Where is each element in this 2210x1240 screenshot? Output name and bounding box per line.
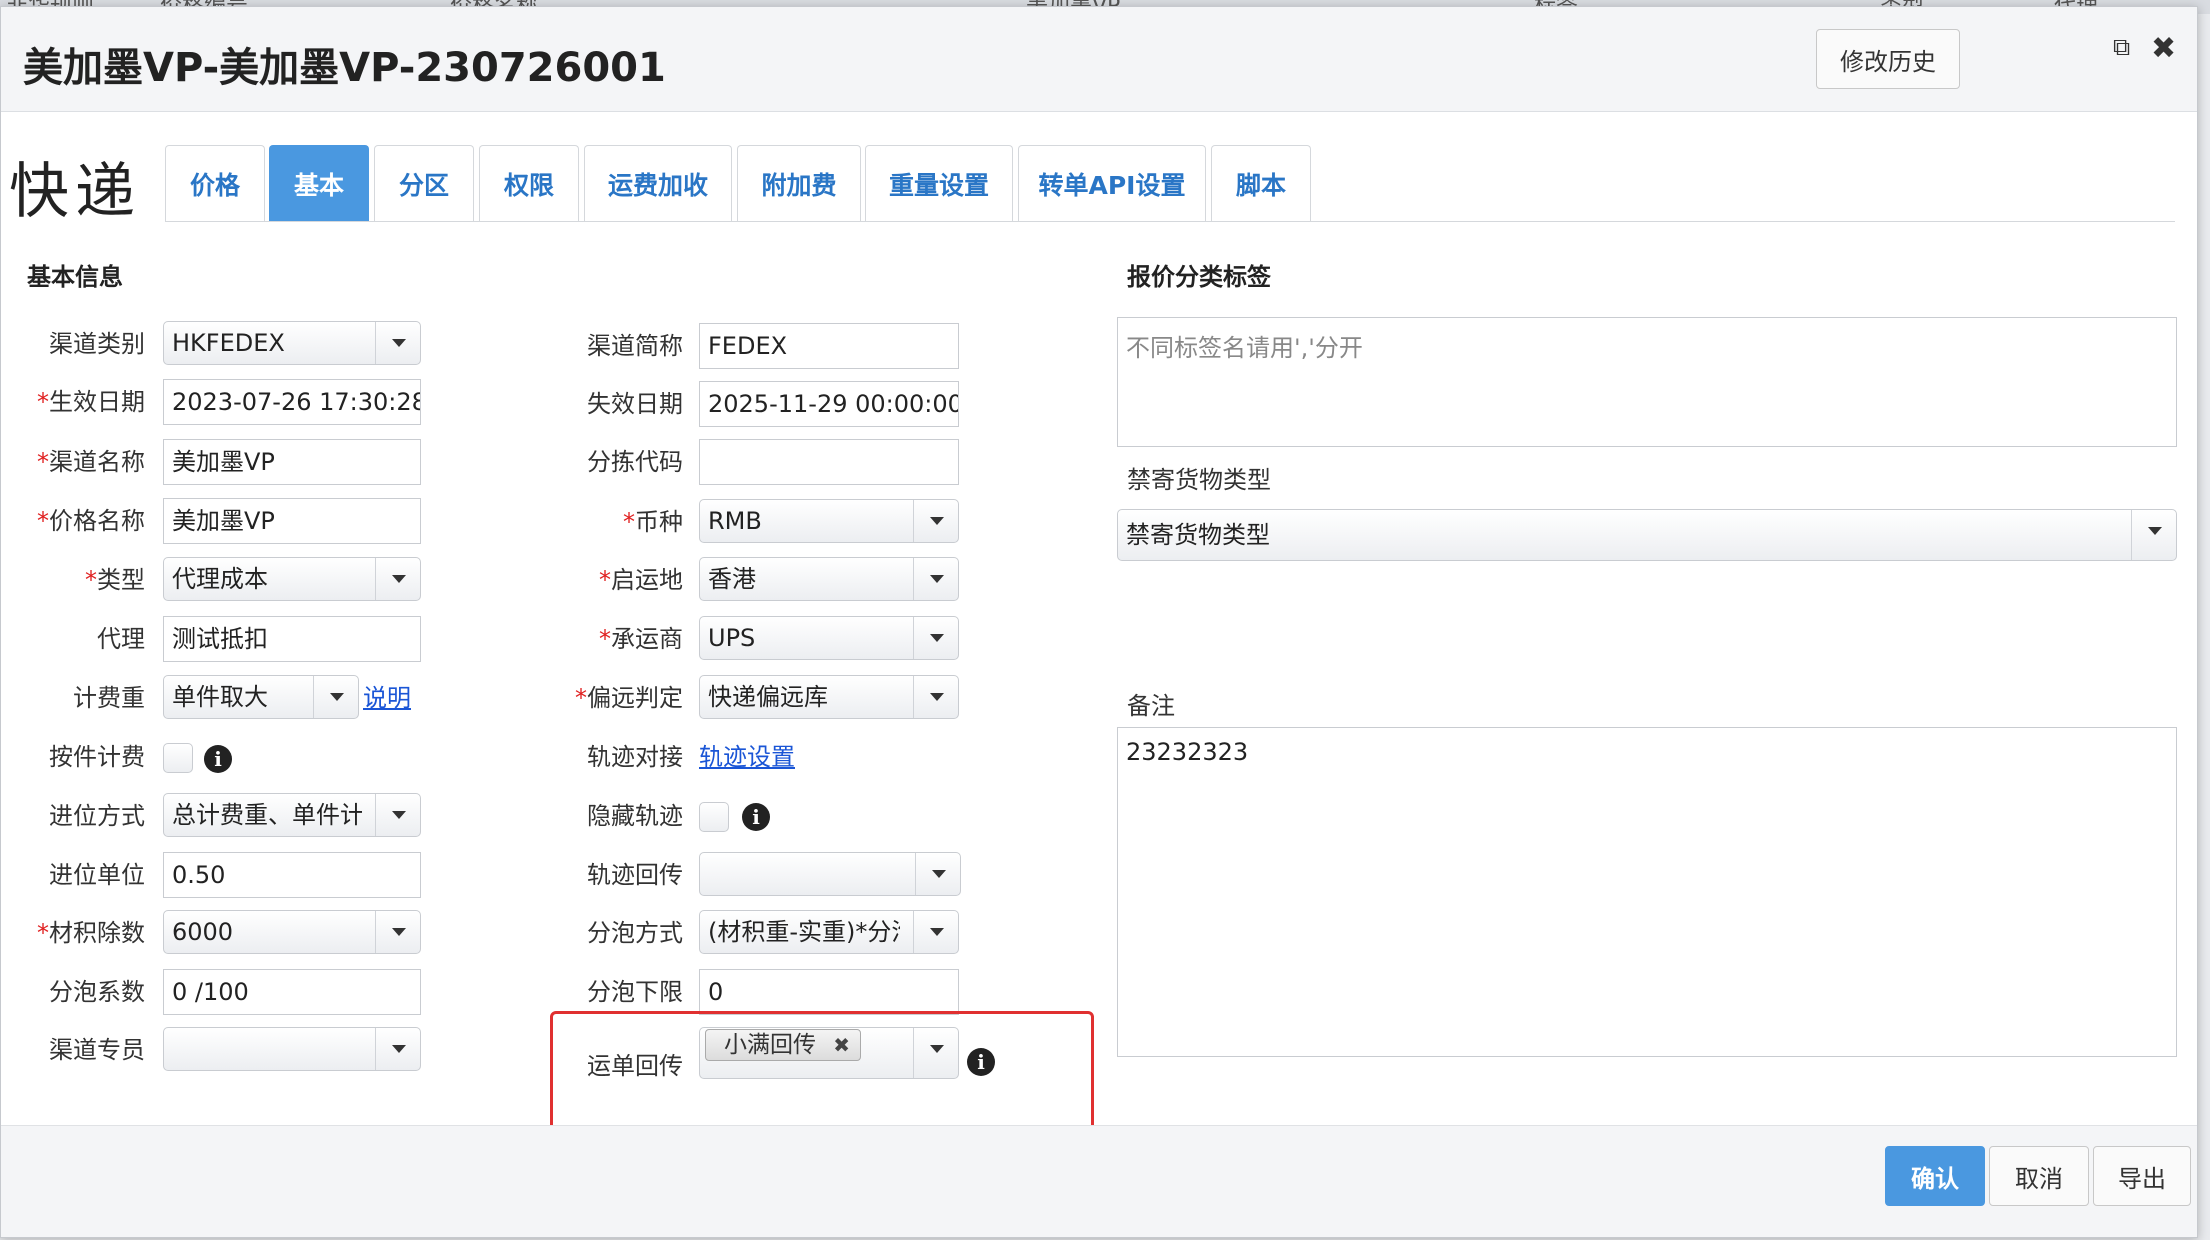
label-type: *类型 [85, 566, 145, 594]
sort-code-input[interactable] [699, 439, 959, 485]
chevron-down-icon [2131, 510, 2176, 560]
remote-judge-select[interactable]: 快递偏远库 [699, 675, 959, 719]
tab-weight-settings[interactable]: 重量设置 [865, 145, 1013, 221]
bubble-coef-input[interactable]: 0 /100 [163, 969, 421, 1015]
charge-weight-select[interactable]: 单件取大 [163, 675, 359, 719]
type-select[interactable]: 代理成本 [163, 557, 421, 601]
chevron-down-icon [915, 853, 960, 895]
label-sort-code: 分拣代码 [587, 448, 683, 476]
label-origin: *启运地 [599, 566, 683, 594]
tab-extra-fee[interactable]: 附加费 [737, 145, 861, 221]
history-button[interactable]: 修改历史 [1816, 29, 1960, 89]
label-channel-name: *渠道名称 [37, 448, 145, 476]
chevron-down-icon [375, 794, 420, 836]
tab-basic[interactable]: 基本 [269, 145, 369, 221]
close-icon[interactable]: ✖ [2151, 31, 2176, 66]
forbidden-goods-select[interactable]: 禁寄货物类型 [1117, 509, 2177, 561]
label-rounding-method: 进位方式 [49, 802, 145, 830]
highlight-box [550, 1011, 1094, 1139]
chevron-down-icon [913, 617, 958, 659]
dialog-footer [1, 1125, 2197, 1237]
dialog-title: 美加墨VP-美加墨VP-230726001 [23, 45, 666, 91]
label-channel-type: 渠道类别 [49, 330, 145, 358]
label-hide-track: 隐藏轨迹 [587, 802, 683, 830]
price-name-input[interactable]: 美加墨VP [163, 498, 421, 544]
tags-textarea[interactable]: 不同标签名请用','分开 [1117, 317, 2177, 447]
info-icon[interactable]: i [742, 803, 770, 831]
tab-freight-surcharge[interactable]: 运费加收 [584, 145, 732, 221]
cancel-button[interactable]: 取消 [1989, 1146, 2089, 1206]
short-name-input[interactable]: FEDEX [699, 323, 959, 369]
label-channel-staff: 渠道专员 [49, 1036, 145, 1064]
export-button[interactable]: 导出 [2093, 1146, 2191, 1206]
tab-transfer-api[interactable]: 转单API设置 [1018, 145, 1206, 221]
track-return-select[interactable] [699, 852, 961, 896]
chevron-down-icon [913, 676, 958, 718]
express-logo: 快递 [9, 157, 141, 227]
chevron-down-icon [375, 911, 420, 953]
label-carrier: *承运商 [599, 625, 683, 653]
label-forbidden-goods: 禁寄货物类型 [1127, 466, 1271, 494]
chevron-down-icon [313, 676, 358, 718]
chevron-down-icon [375, 1028, 420, 1070]
carrier-select[interactable]: UPS [699, 616, 959, 660]
bubble-min-input[interactable]: 0 [699, 969, 959, 1015]
dialog-titlebar: 美加墨VP-美加墨VP-230726001 修改历史 ⧉ ✖ [1, 7, 2197, 112]
tabs-baseline [165, 221, 2175, 222]
charge-weight-help-link[interactable]: 说明 [363, 675, 411, 721]
channel-type-select[interactable]: HKFEDEX [163, 321, 421, 365]
effective-date-input[interactable]: 2023-07-26 17:30:28 [163, 379, 421, 425]
label-remark: 备注 [1127, 692, 1175, 720]
popout-icon[interactable]: ⧉ [2113, 33, 2130, 61]
confirm-button[interactable]: 确认 [1885, 1146, 1985, 1206]
label-per-piece: 按件计费 [49, 743, 145, 771]
agent-input[interactable]: 测试抵扣 [163, 616, 421, 662]
rounding-unit-input[interactable]: 0.50 [163, 852, 421, 898]
tab-zone[interactable]: 分区 [374, 145, 474, 221]
label-charge-weight: 计费重 [73, 684, 145, 712]
track-settings-link[interactable]: 轨迹设置 [699, 734, 795, 780]
per-piece-checkbox[interactable] [163, 743, 193, 773]
info-icon[interactable]: i [204, 745, 232, 773]
label-track-connect: 轨迹对接 [587, 743, 683, 771]
rounding-method-select[interactable]: 总计费重、单件计费重 [163, 793, 421, 837]
chevron-down-icon [913, 500, 958, 542]
label-bubble-method: 分泡方式 [587, 919, 683, 947]
channel-staff-select[interactable] [163, 1027, 421, 1071]
currency-select[interactable]: RMB [699, 499, 959, 543]
edit-price-dialog: 美加墨VP-美加墨VP-230726001 修改历史 ⧉ ✖ 快递 价格 基本 … [0, 6, 2198, 1238]
chevron-down-icon [913, 558, 958, 600]
label-price-name: *价格名称 [37, 507, 145, 535]
label-bubble-coef: 分泡系数 [49, 978, 145, 1006]
volume-divisor-select[interactable]: 6000 [163, 910, 421, 954]
expire-date-input[interactable]: 2025-11-29 00:00:00 [699, 381, 959, 427]
hide-track-checkbox[interactable] [699, 802, 729, 832]
label-agent: 代理 [97, 625, 145, 653]
label-track-return: 轨迹回传 [587, 861, 683, 889]
label-effective-date: *生效日期 [37, 388, 145, 416]
label-short-name: 渠道简称 [587, 332, 683, 360]
chevron-down-icon [913, 911, 958, 953]
label-rounding-unit: 进位单位 [49, 861, 145, 889]
channel-name-input[interactable]: 美加墨VP [163, 439, 421, 485]
label-remote-judge: *偏远判定 [575, 684, 683, 712]
basic-info-title: 基本信息 [27, 263, 123, 291]
label-bubble-min: 分泡下限 [587, 978, 683, 1006]
tags-title: 报价分类标签 [1127, 263, 1271, 291]
label-expire-date: 失效日期 [587, 390, 683, 418]
tab-price[interactable]: 价格 [165, 145, 265, 221]
remark-textarea[interactable]: 23232323 [1117, 727, 2177, 1057]
tab-permission[interactable]: 权限 [479, 145, 579, 221]
chevron-down-icon [375, 558, 420, 600]
bubble-method-select[interactable]: (材积重-实重)*分泡系数 [699, 910, 959, 954]
tab-script[interactable]: 脚本 [1211, 145, 1311, 221]
origin-select[interactable]: 香港 [699, 557, 959, 601]
label-currency: *币种 [623, 508, 683, 536]
chevron-down-icon [375, 322, 420, 364]
label-volume-divisor: *材积除数 [37, 919, 145, 947]
